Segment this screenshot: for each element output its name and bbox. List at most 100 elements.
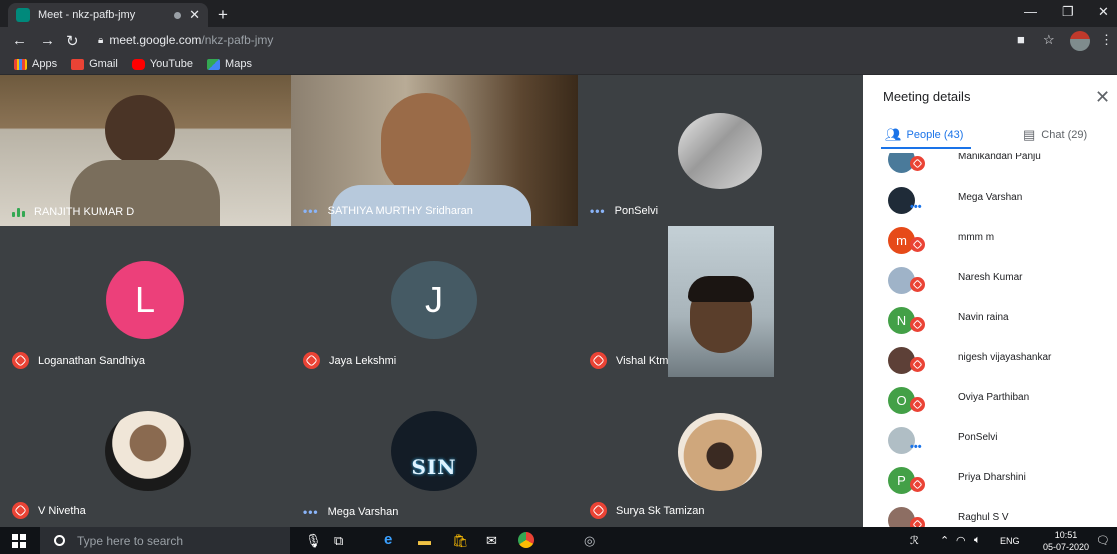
participant-tile[interactable]: V Nivetha — [0, 377, 291, 527]
more-dots-icon: ••• — [910, 201, 922, 213]
microphone-icon[interactable]: 🎙︎ — [305, 533, 322, 549]
language-indicator[interactable]: ENG — [1000, 536, 1020, 546]
participant-tile[interactable]: ••• PonSelvi — [578, 75, 863, 226]
gmail-icon — [71, 58, 85, 70]
bookmark-star-icon[interactable]: ☆ — [1043, 32, 1055, 48]
youtube-icon — [131, 58, 145, 70]
panel-title: Meeting details — [883, 89, 971, 104]
tab-chat-label: Chat (29) — [1041, 129, 1088, 141]
close-tab-icon[interactable]: ✕ — [189, 7, 200, 23]
close-window-button[interactable]: ✕ — [1098, 4, 1109, 20]
more-menu-icon[interactable]: ⋮ — [1100, 32, 1113, 48]
volume-icon[interactable]: 🔈︎ — [974, 534, 981, 547]
list-item[interactable]: P Priya Dharshini — [863, 459, 1117, 499]
participant-tile[interactable]: Vishal Ktm — [578, 226, 863, 377]
participant-tile[interactable]: RANJITH KUMAR D — [0, 75, 291, 226]
restore-button[interactable]: ❐ — [1062, 4, 1074, 20]
participant-name: PonSelvi — [614, 205, 659, 217]
mic-off-icon — [910, 237, 925, 252]
task-view-icon[interactable]: ⧉ — [334, 533, 343, 549]
taskbar-search-box[interactable]: Type here to search — [40, 527, 290, 554]
store-icon[interactable]: 🛍︎ — [452, 533, 469, 549]
sin-logo-avatar: SIN — [391, 411, 477, 491]
forward-arrow-icon[interactable]: → — [40, 32, 55, 49]
back-arrow-icon[interactable]: ← — [12, 32, 27, 49]
maps-icon — [207, 58, 221, 70]
bookmark-label: Apps — [32, 58, 58, 70]
file-explorer-icon[interactable]: ▬ — [418, 533, 431, 548]
bookmark-apps[interactable]: Apps — [14, 58, 57, 70]
mic-off-icon — [910, 277, 925, 292]
person-name: mmm m — [958, 232, 995, 243]
person-name: Manikandan Panju — [958, 153, 1041, 162]
people-tray-icon[interactable]: ℛ — [910, 534, 919, 547]
participant-name: V Nivetha — [38, 504, 86, 517]
recording-dot-icon — [174, 11, 182, 19]
list-item[interactable]: Naresh Kumar — [863, 259, 1117, 299]
list-item[interactable]: m mmm m — [863, 219, 1117, 259]
address-toolbar: ← → ↻ 🔒︎ meet.google.com /nkz-pafb-jmy ■… — [0, 27, 1117, 54]
participant-video — [668, 226, 774, 377]
participant-initial-avatar: J — [391, 261, 477, 339]
bookmarks-bar: Apps Gmail YouTube Maps — [0, 54, 1117, 75]
profile-avatar[interactable] — [1070, 31, 1090, 51]
clock-time: 10:51 — [1054, 530, 1078, 540]
list-item[interactable]: ••• Mega Varshan — [863, 179, 1117, 219]
mail-icon[interactable]: ✉ — [486, 533, 497, 549]
list-item[interactable]: O Oviya Parthiban — [863, 379, 1117, 419]
more-dots-icon: ••• — [590, 204, 606, 218]
list-item[interactable]: nigesh vijayashankar — [863, 339, 1117, 379]
cortana-circle-icon — [54, 535, 65, 546]
tab-people[interactable]: 👥︎ People (43) — [885, 127, 963, 143]
bookmark-maps[interactable]: Maps — [207, 58, 252, 70]
url-path: /nkz-pafb-jmy — [201, 33, 274, 47]
bookmark-gmail[interactable]: Gmail — [71, 58, 118, 70]
participant-name: Vishal Ktm — [616, 354, 669, 367]
edge-icon[interactable]: e — [384, 531, 392, 548]
active-tab-indicator — [881, 147, 971, 149]
windows-start-icon[interactable] — [12, 534, 26, 548]
minimize-button[interactable]: — — [1024, 4, 1037, 19]
more-dots-icon: ••• — [910, 441, 922, 453]
close-panel-icon[interactable]: ✕ — [1095, 87, 1110, 108]
browser-tab[interactable]: Meet - nkz-pafb-jmy ✕ — [8, 3, 208, 27]
system-clock[interactable]: 10:51 05-07-2020 — [1043, 529, 1089, 553]
participant-name: Loganathan Sandhiya — [38, 354, 146, 367]
network-icon[interactable]: ◠ — [956, 534, 966, 547]
show-hidden-icons-icon[interactable]: ⌃ — [940, 534, 949, 547]
list-item[interactable]: Raghul S V — [863, 499, 1117, 527]
person-name: Naresh Kumar — [958, 272, 1023, 283]
chat-icon: ▤ — [1023, 127, 1036, 142]
windows-taskbar: Type here to search 🎙︎ ⧉ e ▬ 🛍︎ ✉ ◎ ℛ ⌃ … — [0, 527, 1117, 554]
participant-name: Mega Varshan — [327, 506, 399, 518]
lock-icon: 🔒︎ — [98, 34, 104, 46]
list-item[interactable]: ••• PonSelvi — [863, 419, 1117, 459]
bookmark-youtube[interactable]: YouTube — [131, 58, 193, 70]
camera-icon[interactable]: ■ — [1017, 32, 1025, 47]
browser-tab-bar: Meet - nkz-pafb-jmy ✕ + — ❐ ✕ — [0, 0, 1117, 27]
reload-icon[interactable]: ↻ — [66, 32, 79, 50]
search-placeholder: Type here to search — [77, 533, 184, 548]
participant-tile[interactable]: ••• SATHIYA MURTHY Sridharan — [291, 75, 578, 226]
url-bar[interactable]: 🔒︎ meet.google.com /nkz-pafb-jmy — [88, 30, 1058, 50]
camera-app-icon[interactable]: ◎ — [584, 533, 595, 549]
participant-tile[interactable]: SIN ••• Mega Varshan — [291, 377, 578, 527]
mic-off-icon — [910, 357, 925, 372]
mic-off-icon — [910, 317, 925, 332]
participant-tile[interactable]: Surya Sk Tamizan — [578, 377, 863, 527]
participant-tile[interactable]: L Loganathan Sandhiya — [0, 226, 291, 377]
chrome-icon[interactable] — [518, 532, 534, 548]
mic-off-icon — [910, 517, 925, 527]
list-item[interactable]: Manikandan Panju — [863, 153, 1117, 178]
bookmark-label: Maps — [225, 58, 252, 70]
tab-chat[interactable]: ▤ Chat (29) — [1023, 127, 1087, 143]
meeting-details-panel: Meeting details ✕ 👥︎ People (43) ▤ Chat … — [863, 75, 1117, 527]
list-item[interactable]: N Navin raina — [863, 299, 1117, 339]
mic-off-icon — [12, 352, 29, 369]
notifications-icon[interactable]: 🗨︎ — [1096, 534, 1110, 547]
participant-tile[interactable]: J Jaya Lekshmi — [291, 226, 578, 377]
participant-name: SATHIYA MURTHY Sridharan — [327, 205, 473, 217]
mic-off-icon — [303, 352, 320, 369]
more-dots-icon: ••• — [303, 204, 319, 218]
new-tab-button[interactable]: + — [218, 5, 228, 25]
